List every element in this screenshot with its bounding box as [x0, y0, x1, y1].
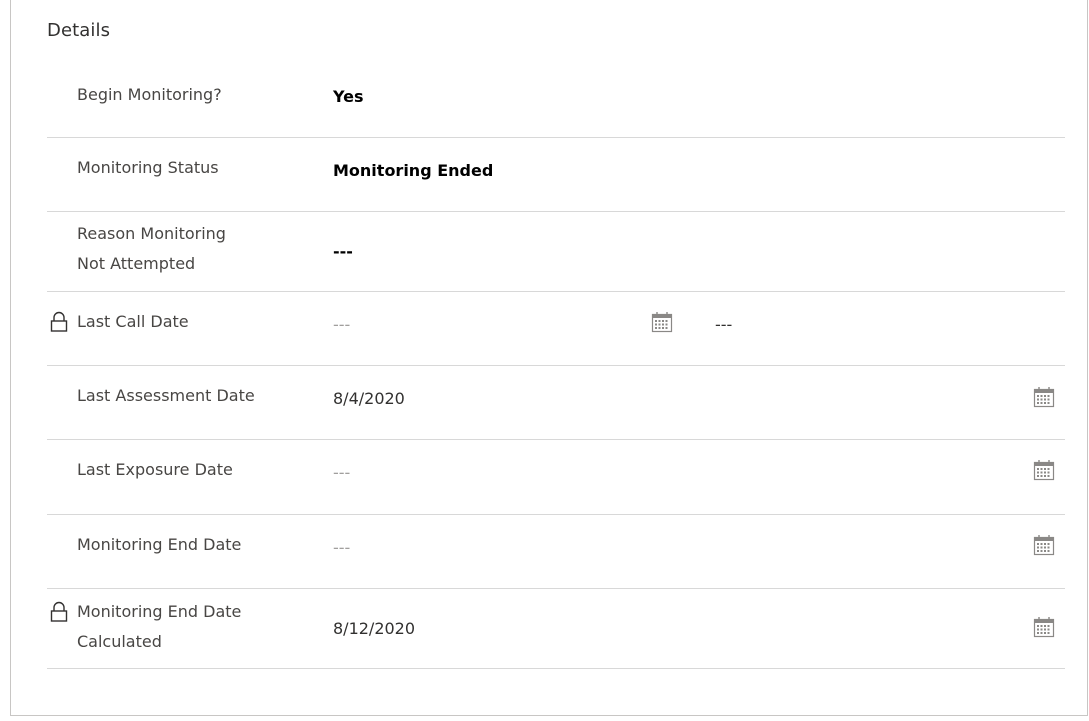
last-call-date-input[interactable]: --- [333, 315, 350, 334]
field-label: Begin Monitoring? [77, 85, 222, 104]
field-label: Monitoring End Date [77, 535, 242, 554]
field-row-monitoring-end-date: Monitoring End Date --- [47, 515, 1065, 589]
calendar-icon[interactable] [1033, 459, 1055, 481]
field-label-line: Monitoring End Date [77, 602, 242, 621]
field-label-line: Calculated [77, 632, 162, 651]
monitoring-status-value[interactable]: Monitoring Ended [333, 161, 493, 180]
details-card: Details Begin Monitoring? Yes Monitoring… [10, 0, 1088, 716]
calendar-icon[interactable] [1033, 534, 1055, 556]
field-label: Monitoring End Date Calculated [77, 597, 241, 657]
last-exposure-date-input[interactable]: --- [333, 463, 350, 482]
field-label: Monitoring Status [77, 158, 219, 177]
field-row-last-exposure-date: Last Exposure Date --- [47, 440, 1065, 515]
calendar-icon[interactable] [651, 311, 673, 333]
section-title: Details [47, 20, 111, 41]
begin-monitoring-value[interactable]: Yes [333, 87, 364, 106]
field-row-monitoring-status: Monitoring Status Monitoring Ended [47, 138, 1065, 212]
field-row-last-call-date: Last Call Date --- --- [47, 292, 1065, 366]
monitoring-end-date-calculated-input[interactable]: 8/12/2020 [333, 619, 415, 638]
last-assessment-date-input[interactable]: 8/4/2020 [333, 389, 405, 408]
field-row-begin-monitoring: Begin Monitoring? Yes [47, 62, 1065, 138]
field-row-reason-not-attempted: Reason Monitoring Not Attempted --- [47, 212, 1065, 292]
lock-icon [49, 311, 69, 333]
field-row-last-assessment-date: Last Assessment Date 8/4/2020 [47, 366, 1065, 440]
field-label: Reason Monitoring Not Attempted [77, 219, 226, 279]
calendar-icon[interactable] [1033, 386, 1055, 408]
last-call-time-input[interactable]: --- [715, 315, 732, 334]
reason-not-attempted-value[interactable]: --- [333, 242, 353, 261]
field-label: Last Exposure Date [77, 460, 233, 479]
field-label: Last Call Date [77, 312, 189, 331]
field-label-line: Not Attempted [77, 254, 196, 273]
field-label: Last Assessment Date [77, 386, 255, 405]
lock-icon [49, 601, 69, 623]
monitoring-end-date-input[interactable]: --- [333, 538, 350, 557]
calendar-icon[interactable] [1033, 616, 1055, 638]
field-label-line: Reason Monitoring [77, 224, 226, 243]
field-row-monitoring-end-date-calculated: Monitoring End Date Calculated 8/12/2020 [47, 589, 1065, 669]
